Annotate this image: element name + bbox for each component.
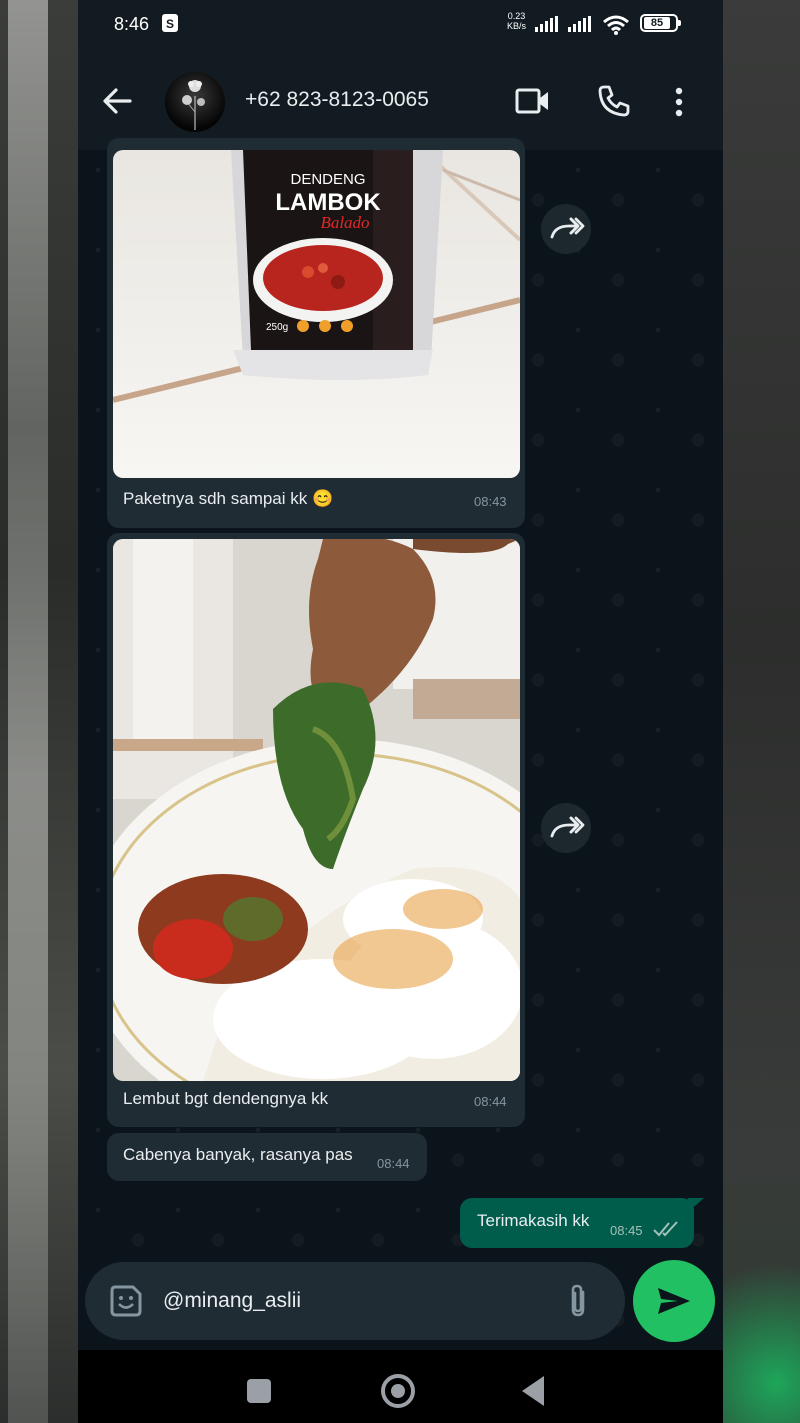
- package-brand-top: DENDENG: [290, 171, 365, 188]
- contact-avatar[interactable]: [165, 72, 225, 132]
- video-call-icon[interactable]: [515, 87, 551, 115]
- status-time: 8:46: [114, 14, 150, 34]
- message-composer: [85, 1262, 625, 1340]
- sticker-emoji-icon[interactable]: [109, 1284, 143, 1318]
- system-back-button[interactable]: [522, 1376, 544, 1406]
- back-arrow-icon[interactable]: [100, 84, 134, 118]
- message-text: Terimakasih kk: [477, 1211, 590, 1230]
- wifi-icon: [603, 15, 629, 35]
- message-bubble-image[interactable]: Lembut bgt dendengnya kk 08:44: [107, 533, 525, 1127]
- network-speed: 0.23 KB/s: [507, 11, 526, 31]
- contact-name[interactable]: +62 823-8123-0065: [245, 88, 429, 112]
- home-button[interactable]: [381, 1374, 415, 1408]
- more-icon[interactable]: [674, 86, 684, 118]
- message-time: 08:44: [377, 1156, 410, 1171]
- message-input[interactable]: [163, 1286, 543, 1316]
- network-speed-value: 0.23: [507, 11, 526, 21]
- phone-icon[interactable]: [597, 84, 631, 118]
- package-brand-main: LAMBOK: [275, 189, 381, 216]
- background-blur-left: [0, 0, 78, 1423]
- system-nav-bar: [78, 1350, 723, 1423]
- network-speed-unit: KB/s: [507, 21, 527, 31]
- message-caption: Lembut bgt dendengnya kk: [123, 1089, 329, 1108]
- forward-icon[interactable]: [541, 803, 591, 853]
- battery-icon: 85: [640, 14, 681, 32]
- send-button[interactable]: [633, 1260, 715, 1342]
- bubble-tail: [688, 1198, 704, 1212]
- message-time: 08:44: [474, 1094, 507, 1109]
- battery-level: 85: [644, 17, 670, 29]
- message-image[interactable]: DENDENG LAMBOK Balado 250g: [113, 150, 520, 478]
- signal-icon: [568, 16, 591, 32]
- forward-icon[interactable]: [541, 204, 591, 254]
- attach-icon[interactable]: [565, 1282, 591, 1320]
- message-text: Cabenya banyak, rasanya pas: [123, 1145, 353, 1164]
- message-caption: Paketnya sdh sampai kk 😊: [123, 489, 334, 508]
- shopping-bag-icon: S: [162, 14, 178, 32]
- flower-avatar-icon: [182, 80, 205, 130]
- double-check-icon: [653, 1221, 678, 1237]
- message-bubble-outgoing[interactable]: Terimakasih kk 08:45: [460, 1198, 694, 1248]
- background-blur-right: [723, 0, 800, 1423]
- recent-apps-button[interactable]: [247, 1379, 271, 1403]
- phone-screen: 8:46 S 0.23 KB/s 85 +62 823-8123-0065 DE…: [78, 0, 723, 1423]
- food-photo: [113, 539, 520, 1081]
- product-photo: DENDENG LAMBOK Balado 250g: [113, 150, 520, 478]
- package-brand-sub: Balado: [320, 213, 369, 232]
- signal-icon: [535, 16, 558, 32]
- chat-header: +62 823-8123-0065: [78, 52, 723, 150]
- message-time: 08:43: [474, 494, 507, 509]
- message-bubble-text[interactable]: Cabenya banyak, rasanya pas 08:44: [107, 1133, 427, 1181]
- message-image[interactable]: [113, 539, 520, 1081]
- status-bar: 8:46 S 0.23 KB/s 85: [78, 0, 723, 52]
- message-bubble-image[interactable]: DENDENG LAMBOK Balado 250g Paketnya sdh …: [107, 138, 525, 528]
- package-weight: 250g: [266, 322, 288, 333]
- send-icon: [658, 1288, 690, 1314]
- chat-area[interactable]: DENDENG LAMBOK Balado 250g Paketnya sdh …: [78, 138, 723, 1350]
- message-time: 08:45: [610, 1223, 643, 1238]
